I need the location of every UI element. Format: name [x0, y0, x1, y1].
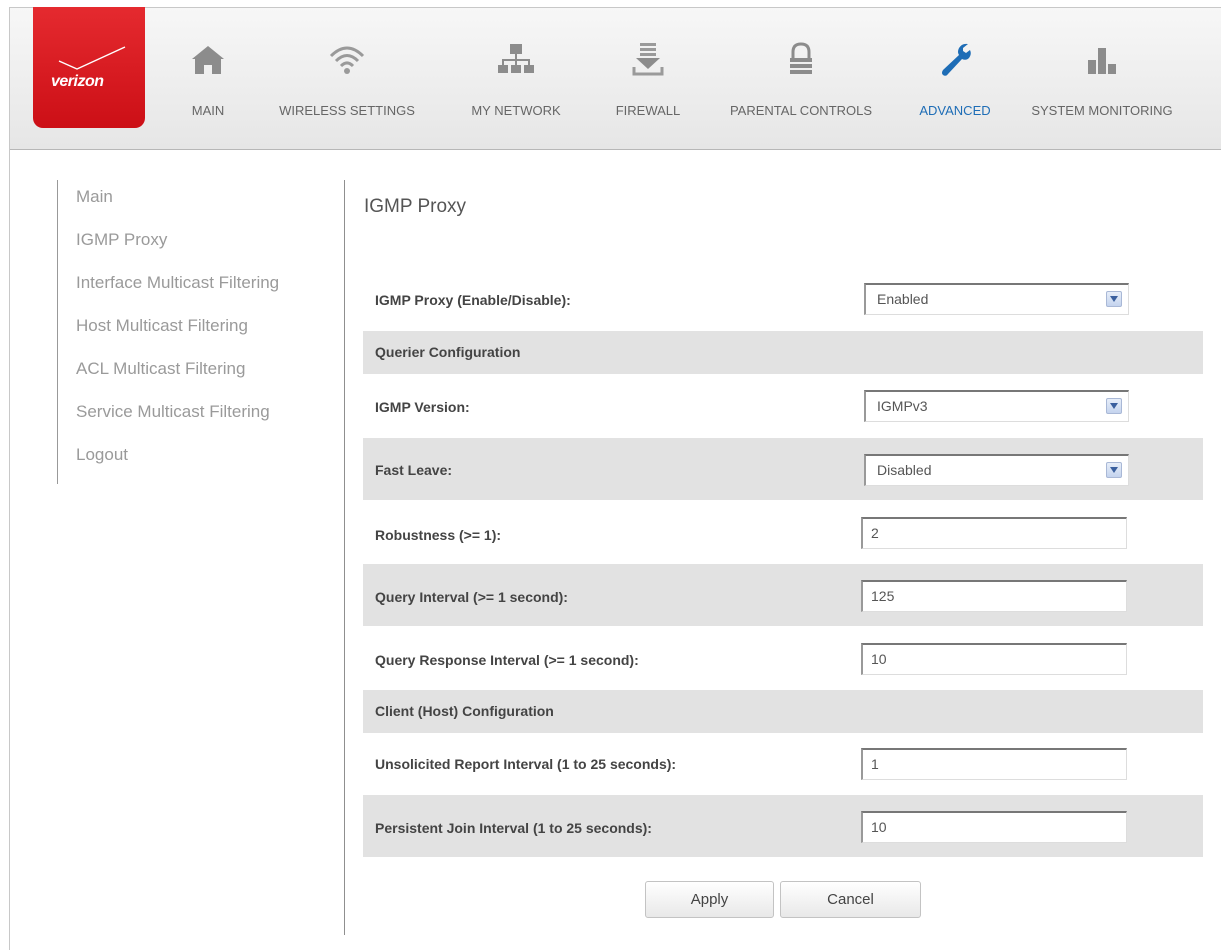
section-querier-configuration: Querier Configuration: [363, 331, 1203, 374]
nav-main[interactable]: MAIN: [178, 40, 238, 130]
form-row-igmp-proxy: IGMP Proxy (Enable/Disable): Enabled: [363, 268, 1203, 330]
query-interval-input[interactable]: 125: [861, 580, 1127, 612]
nav-label: SYSTEM MONITORING: [1031, 103, 1173, 118]
unsolicited-report-interval-input[interactable]: 1: [861, 748, 1127, 780]
nav-label: ADVANCED: [919, 103, 991, 118]
page-title: IGMP Proxy: [364, 196, 467, 217]
form-row-fast-leave: Fast Leave: Disabled: [363, 438, 1203, 500]
persistent-join-interval-input[interactable]: 10: [861, 811, 1127, 843]
sidebar-item-logout[interactable]: Logout: [58, 438, 327, 481]
network-icon: [498, 44, 534, 73]
igmp-proxy-label: IGMP Proxy (Enable/Disable):: [375, 292, 571, 308]
query-interval-label: Query Interval (>= 1 second):: [375, 589, 568, 605]
fast-leave-select[interactable]: Disabled: [864, 454, 1129, 486]
nav-label: PARENTAL CONTROLS: [729, 103, 873, 118]
checkmark-swoosh-icon: [58, 46, 126, 70]
form-row-robustness: Robustness (>= 1): 2: [363, 501, 1203, 563]
wrench-icon: [942, 43, 971, 76]
cancel-button[interactable]: Cancel: [780, 881, 921, 918]
persistent-join-interval-label: Persistent Join Interval (1 to 25 second…: [375, 820, 652, 836]
sidebar-item-service-multicast-filtering[interactable]: Service Multicast Filtering: [58, 395, 327, 438]
nav-wireless-settings[interactable]: WIRELESS SETTINGS: [272, 40, 422, 130]
nav-system-monitoring[interactable]: SYSTEM MONITORING: [1020, 40, 1184, 130]
igmp-version-value: IGMPv3: [877, 398, 928, 414]
nav-label: WIRELESS SETTINGS: [279, 103, 415, 118]
query-response-interval-label: Query Response Interval (>= 1 second):: [375, 652, 639, 668]
nav-parental-controls[interactable]: PARENTAL CONTROLS: [716, 40, 886, 130]
sidebar-item-main[interactable]: Main: [58, 180, 327, 223]
nav-label: MAIN: [191, 103, 225, 118]
verizon-logo[interactable]: verizon: [33, 7, 145, 128]
sidebar-item-igmp-proxy[interactable]: IGMP Proxy: [58, 223, 327, 266]
fast-leave-label: Fast Leave:: [375, 462, 453, 478]
nav-my-network[interactable]: MY NETWORK: [462, 40, 570, 130]
nav-label: FIREWALL: [615, 103, 681, 118]
igmp-version-select[interactable]: IGMPv3: [864, 390, 1129, 422]
robustness-input[interactable]: 2: [861, 517, 1127, 549]
logo-text: verizon: [51, 73, 104, 90]
sidebar-item-host-multicast-filtering[interactable]: Host Multicast Filtering: [58, 309, 327, 352]
chevron-down-icon: [1106, 291, 1122, 307]
lock-icon: [790, 42, 812, 74]
nav-firewall[interactable]: FIREWALL: [606, 40, 690, 130]
apply-button[interactable]: Apply: [645, 881, 774, 918]
fast-leave-value: Disabled: [877, 462, 932, 478]
robustness-label: Robustness (>= 1):: [375, 527, 502, 543]
wifi-icon: [329, 46, 365, 74]
nav-label: MY NETWORK: [471, 103, 561, 118]
igmp-version-label: IGMP Version:: [375, 399, 470, 415]
section-client-host-configuration: Client (Host) Configuration: [363, 690, 1203, 733]
nav-advanced[interactable]: ADVANCED: [908, 40, 1002, 130]
igmp-proxy-value: Enabled: [877, 291, 929, 307]
chevron-down-icon: [1106, 398, 1122, 414]
section-heading: Querier Configuration: [375, 344, 521, 360]
form-row-unsolicited-report-interval: Unsolicited Report Interval (1 to 25 sec…: [363, 734, 1203, 794]
chevron-down-icon: [1106, 462, 1122, 478]
unsolicited-report-interval-label: Unsolicited Report Interval (1 to 25 sec…: [375, 756, 677, 772]
igmp-proxy-select[interactable]: Enabled: [864, 283, 1129, 315]
bar-chart-icon: [1088, 48, 1116, 74]
content-divider: [344, 180, 345, 935]
form-row-igmp-version: IGMP Version: IGMPv3: [363, 375, 1203, 437]
form-row-query-response-interval: Query Response Interval (>= 1 second): 1…: [363, 627, 1203, 689]
home-icon: [192, 46, 224, 74]
sidebar-item-acl-multicast-filtering[interactable]: ACL Multicast Filtering: [58, 352, 327, 395]
sidebar-item-interface-multicast-filtering[interactable]: Interface Multicast Filtering: [58, 266, 327, 309]
sidebar-nav: Main IGMP Proxy Interface Multicast Filt…: [57, 180, 327, 484]
form-row-query-interval: Query Interval (>= 1 second): 125: [363, 564, 1203, 626]
query-response-interval-input[interactable]: 10: [861, 643, 1127, 675]
form-row-persistent-join-interval: Persistent Join Interval (1 to 25 second…: [363, 795, 1203, 857]
section-heading: Client (Host) Configuration: [375, 703, 554, 719]
firewall-icon: [632, 43, 664, 76]
